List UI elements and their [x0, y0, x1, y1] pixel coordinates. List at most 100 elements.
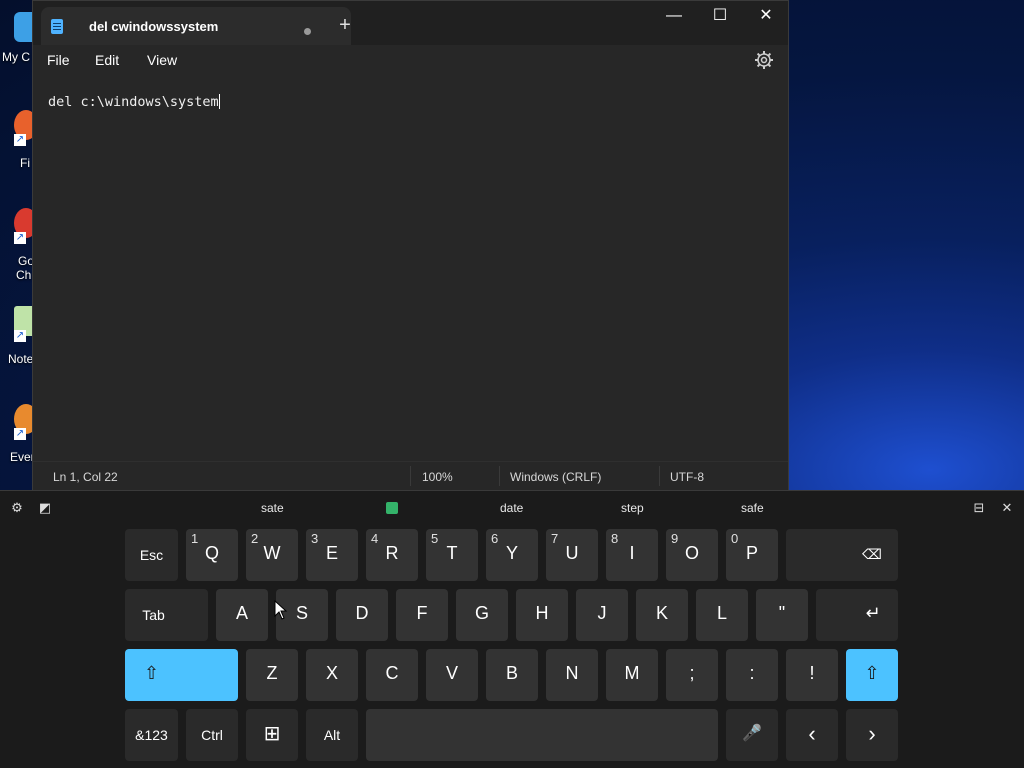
key-label: ; [689, 663, 695, 683]
key-r[interactable]: 4R [366, 529, 418, 581]
key-tab[interactable]: Tab [125, 589, 208, 641]
clipboard-icon[interactable]: ◩ [37, 500, 53, 516]
key-colon[interactable]: : [726, 649, 778, 701]
key-n[interactable]: N [546, 649, 598, 701]
desktop-icon-notepad[interactable]: ↗ Note [0, 306, 38, 386]
desktop-icon-chrome[interactable]: ↗ Go Ch [0, 208, 38, 288]
key-w[interactable]: 2W [246, 529, 298, 581]
close-keyboard-icon[interactable]: ✕ [999, 500, 1015, 516]
suggestion-3[interactable]: step [621, 501, 644, 515]
keyboard-settings-icon[interactable]: ⚙ [9, 500, 25, 516]
desktop-icon-everything[interactable]: ↗ Ever [0, 404, 38, 484]
key-shift-left[interactable]: ⇧ [125, 649, 238, 701]
text-caret [218, 94, 220, 109]
zoom-level[interactable]: 100% [422, 470, 453, 484]
key-label: F [416, 603, 428, 623]
key-q[interactable]: 1Q [186, 529, 238, 581]
key-label: T [446, 543, 458, 563]
title-bar[interactable]: del cwindowssystem + — ☐ ✕ [33, 1, 788, 45]
key-d[interactable]: D [336, 589, 388, 641]
key-a[interactable]: A [216, 589, 268, 641]
key-backspace[interactable]: ⌫ [786, 529, 898, 581]
line-ending[interactable]: Windows (CRLF) [510, 470, 601, 484]
key-c[interactable]: C [366, 649, 418, 701]
keyboard-toolbar: ⚙ ◩ sate date step safe ⊟ ✕ [0, 491, 1024, 527]
key-esc[interactable]: Esc [125, 529, 178, 581]
gear-icon[interactable] [754, 50, 774, 70]
key-label: W [263, 543, 281, 563]
key-l[interactable]: L [696, 589, 748, 641]
key-i[interactable]: 8I [606, 529, 658, 581]
desktop-icon-firefox[interactable]: ↗ Fi [0, 110, 38, 190]
new-tab-button[interactable]: + [333, 13, 357, 37]
key-label: &123 [135, 727, 168, 743]
key-enter[interactable]: ↵ [816, 589, 898, 641]
key-u[interactable]: 7U [546, 529, 598, 581]
key-f[interactable]: F [396, 589, 448, 641]
key-b[interactable]: B [486, 649, 538, 701]
unsaved-indicator-icon[interactable] [304, 28, 311, 35]
key-label: Ctrl [201, 727, 223, 743]
key-label: ! [809, 663, 815, 683]
status-bar: Ln 1, Col 22 100% Windows (CRLF) UTF-8 [33, 461, 788, 492]
chevron-left-icon: ‹ [808, 721, 816, 746]
suggestion-2[interactable]: date [500, 501, 523, 515]
key-label: N [565, 663, 579, 683]
key-semicolon[interactable]: ; [666, 649, 718, 701]
suggestion-1[interactable]: sate [261, 501, 284, 515]
menu-file[interactable]: File [47, 52, 70, 68]
close-button[interactable]: ✕ [743, 1, 789, 33]
key-shift-right[interactable]: ⇧ [846, 649, 898, 701]
key-label: Z [266, 663, 278, 683]
dock-keyboard-icon[interactable]: ⊟ [971, 500, 987, 516]
maximize-button[interactable]: ☐ [697, 1, 743, 33]
key-p[interactable]: 0P [726, 529, 778, 581]
key-label: Esc [139, 547, 164, 563]
shift-icon: ⇧ [143, 663, 160, 684]
text-editor[interactable]: del c:\windows\system [33, 75, 788, 461]
key-label: P [745, 543, 758, 563]
key-right-arrow[interactable]: › [846, 709, 898, 761]
menu-bar: File Edit View [33, 45, 788, 75]
menu-view[interactable]: View [147, 52, 177, 68]
key-g[interactable]: G [456, 589, 508, 641]
key-ctrl[interactable]: Ctrl [186, 709, 238, 761]
shortcut-arrow-icon: ↗ [14, 134, 26, 146]
enter-icon: ↵ [865, 603, 881, 624]
suggestion-4[interactable]: safe [741, 501, 764, 515]
key-t[interactable]: 5T [426, 529, 478, 581]
key-left-arrow[interactable]: ‹ [786, 709, 838, 761]
key-microphone[interactable]: 🎤 [726, 709, 778, 761]
touch-keyboard: ⚙ ◩ sate date step safe ⊟ ✕ Esc 1Q 2W 3E… [0, 490, 1024, 768]
key-h[interactable]: H [516, 589, 568, 641]
key-m[interactable]: M [606, 649, 658, 701]
divider [499, 466, 500, 486]
key-exclamation[interactable]: ! [786, 649, 838, 701]
key-x[interactable]: X [306, 649, 358, 701]
key-label: D [355, 603, 369, 623]
minimize-button[interactable]: — [651, 1, 697, 33]
key-o[interactable]: 9O [666, 529, 718, 581]
key-z[interactable]: Z [246, 649, 298, 701]
key-label: X [325, 663, 338, 683]
key-symbols[interactable]: &123 [125, 709, 178, 761]
key-j[interactable]: J [576, 589, 628, 641]
microphone-icon: 🎤 [742, 723, 762, 742]
key-k[interactable]: K [636, 589, 688, 641]
key-label: H [535, 603, 549, 623]
desktop-icon-my-computer[interactable]: My C [0, 12, 38, 92]
menu-edit[interactable]: Edit [95, 52, 119, 68]
key-label: Q [204, 543, 219, 563]
key-v[interactable]: V [426, 649, 478, 701]
key-space[interactable] [366, 709, 718, 761]
emoji-icon[interactable] [386, 502, 398, 514]
encoding[interactable]: UTF-8 [670, 470, 704, 484]
tab-document[interactable]: del cwindowssystem [41, 7, 351, 45]
key-windows[interactable]: ⊞ [246, 709, 298, 761]
editor-content[interactable]: del c:\windows\system [48, 94, 220, 110]
editor-line: del c:\windows\system [48, 94, 219, 110]
key-alt[interactable]: Alt [306, 709, 358, 761]
key-quote[interactable]: " [756, 589, 808, 641]
key-y[interactable]: 6Y [486, 529, 538, 581]
key-e[interactable]: 3E [306, 529, 358, 581]
